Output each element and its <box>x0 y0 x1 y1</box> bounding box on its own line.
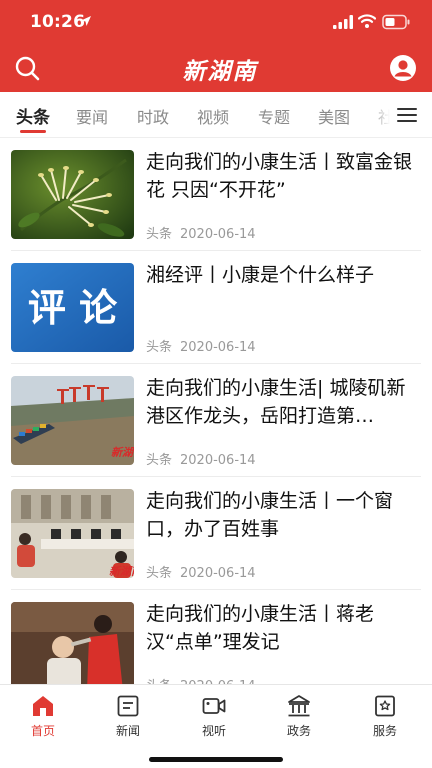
news-item[interactable]: 评 论 湘经评丨小康是个什么样子 头条 2020-06-14 <box>0 251 432 364</box>
news-title: 走向我们的小康生活丨一个窗口，办了百姓事 <box>146 490 394 540</box>
app-logo: 新湖南 <box>150 50 290 88</box>
app-logo-text: 新湖南 <box>182 58 258 85</box>
tab-photos[interactable]: 美图 <box>318 104 350 128</box>
home-indicator <box>149 757 283 762</box>
battery-icon <box>382 14 410 30</box>
app-root: 10:26 新湖南 头条 要闻 时政 视频 专题 美图 走向我们的小康生活丨致富… <box>0 0 432 768</box>
news-title: 走向我们的小康生活| 城陵矶新港区作龙头，岳阳打造第… <box>146 377 406 427</box>
news-icon <box>117 695 139 717</box>
svg-text:新湖南: 新湖南 <box>109 565 134 578</box>
active-tab-indicator <box>20 130 46 133</box>
tab-politics[interactable]: 时政 <box>137 104 169 128</box>
bottom-tab-video[interactable]: 视听 <box>184 693 244 739</box>
news-channel: 头条 <box>146 227 173 242</box>
news-list: 走向我们的小康生活丨致富金银花 只因“不开花” 头条 2020-06-14 评 论 <box>0 138 432 684</box>
bottom-tab-government-label: 政务 <box>286 724 311 738</box>
bottom-tab-home[interactable]: 首页 <box>13 693 73 739</box>
top-header: 10:26 新湖南 <box>0 0 432 92</box>
search-icon[interactable] <box>13 54 41 82</box>
news-meta: 头条 2020-06-14 <box>146 449 256 468</box>
news-meta: 头条2020-06-14 <box>146 675 256 684</box>
news-meta: 头条 2020-06-14 <box>146 562 256 581</box>
news-meta: 头条 2020-06-14 <box>146 336 256 355</box>
tab-special-topics[interactable]: 专题 <box>258 104 290 128</box>
barber-scene-image <box>11 602 134 684</box>
news-title: 湘经评丨小康是个什么样子 <box>146 264 375 286</box>
hamburger-menu-icon <box>397 108 417 122</box>
bottom-tab-service-label: 服务 <box>372 724 397 738</box>
signal-icon <box>333 15 353 29</box>
news-title: 走向我们的小康生活丨致富金银花 只因“不开花” <box>146 151 413 201</box>
commentary-banner-text: 评 论 <box>28 286 118 330</box>
bottom-tab-home-label: 首页 <box>30 724 55 738</box>
service-hall-image: 新湖南 <box>11 489 134 578</box>
category-tabs: 头条 要闻 时政 视频 专题 美图 社 <box>0 92 432 138</box>
service-icon <box>375 695 395 717</box>
honeysuckle-image <box>11 150 134 239</box>
news-date: 2020-06-14 <box>180 453 256 468</box>
status-time: 10:26 <box>30 12 86 32</box>
user-avatar-icon[interactable] <box>389 54 417 82</box>
news-item[interactable]: 走向我们的小康生活丨致富金银花 只因“不开花” 头条 2020-06-14 <box>0 138 432 251</box>
news-channel: 头条 <box>146 453 173 468</box>
bottom-tab-government[interactable]: 政务 <box>269 693 329 739</box>
barber-thumbnail <box>11 602 134 684</box>
svg-text:新湖南: 新湖南 <box>111 446 134 459</box>
news-item[interactable]: 走向我们的小康生活丨蒋老汉“点单”理发记 头条2020-06-14 <box>0 590 432 684</box>
news-channel: 头条 <box>146 566 173 581</box>
service-hall-thumbnail: 新湖南 <box>11 489 134 578</box>
news-title: 走向我们的小康生活丨蒋老汉“点单”理发记 <box>146 603 375 653</box>
video-icon <box>202 698 226 714</box>
status-bar: 10:26 <box>0 0 432 44</box>
bottom-tab-video-label: 视听 <box>201 724 226 738</box>
tab-headlines[interactable]: 头条 <box>16 103 50 128</box>
news-item[interactable]: 新湖南 走向我们的小康生活丨一个窗口，办了百姓事 头条 2020-06-14 <box>0 477 432 590</box>
news-item[interactable]: 新湖南 走向我们的小康生活| 城陵矶新港区作龙头，岳阳打造第… 头条 2020-0… <box>0 364 432 477</box>
bottom-tab-news[interactable]: 新闻 <box>98 693 158 739</box>
news-channel: 头条 <box>146 340 173 355</box>
commentary-banner-image: 评 论 <box>11 263 134 352</box>
wifi-icon <box>358 14 376 28</box>
news-meta: 头条 2020-06-14 <box>146 223 256 242</box>
tab-important-news[interactable]: 要闻 <box>76 104 108 128</box>
top-nav: 新湖南 <box>0 44 432 92</box>
container-port-image: 新湖南 <box>11 376 134 465</box>
tab-scroll-fade <box>370 92 390 137</box>
news-date: 2020-06-14 <box>180 340 256 355</box>
port-thumbnail: 新湖南 <box>11 376 134 465</box>
home-icon <box>33 696 53 716</box>
bottom-tab-service[interactable]: 服务 <box>355 693 415 739</box>
honeysuckle-thumbnail <box>11 150 134 239</box>
news-date: 2020-06-14 <box>180 566 256 581</box>
channel-menu-button[interactable] <box>390 100 424 130</box>
bottom-tab-bar: 首页 新闻 视听 政务 服务 <box>0 684 432 768</box>
commentary-thumbnail: 评 论 <box>11 263 134 352</box>
bottom-tab-news-label: 新闻 <box>115 724 140 738</box>
news-date: 2020-06-14 <box>180 227 256 242</box>
location-arrow-icon <box>81 16 91 26</box>
tab-video[interactable]: 视频 <box>197 104 229 128</box>
government-icon <box>288 695 310 717</box>
